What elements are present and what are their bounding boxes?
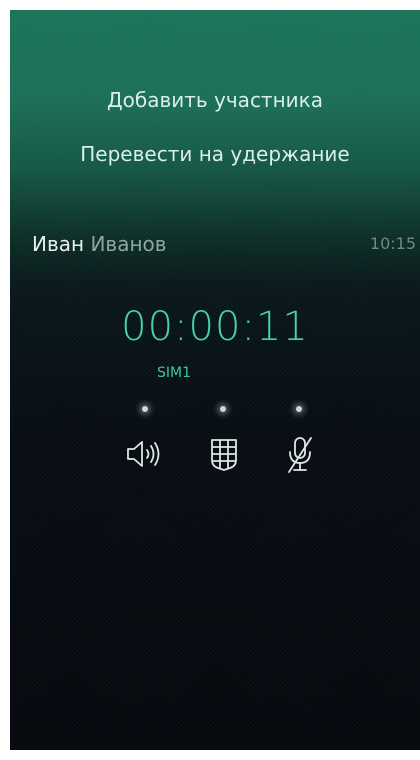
sim-label: SIM1	[157, 365, 192, 381]
call-start-time: 10:15	[369, 234, 416, 253]
caller-last-name: Иванов	[90, 232, 167, 256]
speaker-icon	[127, 441, 160, 467]
keypad-indicator-dot	[220, 406, 226, 412]
menu-item-add-participant[interactable]: Добавить участника	[10, 88, 420, 112]
caller-row: Иван Иванов 10:15	[10, 232, 420, 260]
menu-item-hold-call[interactable]: Перевести на удержание	[10, 142, 420, 166]
caller-name: Иван Иванов	[32, 232, 167, 256]
speaker-indicator-dot	[142, 406, 148, 412]
mute-button[interactable]	[278, 432, 322, 476]
microphone-muted-icon	[288, 437, 312, 473]
mute-indicator-dot	[296, 406, 302, 412]
call-screen: Добавить участника Перевести на удержани…	[10, 10, 420, 750]
keypad-icon	[211, 439, 237, 471]
keypad-button[interactable]	[202, 432, 246, 476]
speaker-button[interactable]	[122, 432, 166, 476]
call-duration-timer: 00:00:11	[121, 304, 309, 350]
caller-first-name: Иван	[32, 232, 85, 256]
